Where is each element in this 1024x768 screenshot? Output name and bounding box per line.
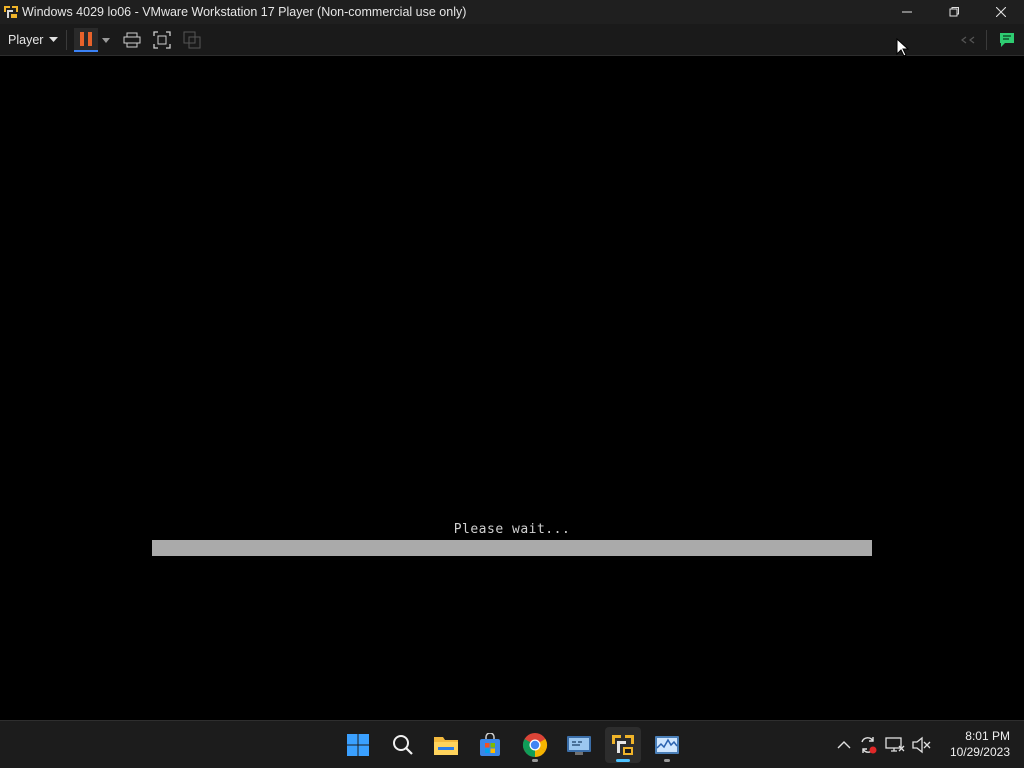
send-ctrl-alt-del-icon[interactable] xyxy=(120,28,144,52)
title-bar: Windows 4029 lo06 - VMware Workstation 1… xyxy=(0,0,1024,24)
minimize-icon[interactable] xyxy=(883,0,930,24)
toolbar-divider xyxy=(986,30,987,50)
start-icon[interactable] xyxy=(340,727,376,763)
boot-progress-bar xyxy=(152,540,872,556)
pause-icon[interactable] xyxy=(74,28,98,52)
dropdown-arrow-icon[interactable] xyxy=(98,28,114,52)
chrome-icon[interactable] xyxy=(517,727,553,763)
player-toolbar: Player xyxy=(0,24,1024,56)
taskbar-clock[interactable]: 8:01 PM 10/29/2023 xyxy=(950,728,1010,760)
player-menu-label: Player xyxy=(8,33,44,47)
volume-muted-icon[interactable] xyxy=(911,735,931,755)
show-hidden-icons-chevron[interactable] xyxy=(834,735,854,755)
full-screen-icon[interactable] xyxy=(150,28,174,52)
boot-progress-fill xyxy=(152,540,872,556)
remote-desktop-icon[interactable] xyxy=(561,727,597,763)
unity-icon[interactable] xyxy=(180,28,204,52)
message-log-icon[interactable] xyxy=(995,28,1019,52)
close-icon[interactable] xyxy=(977,0,1024,24)
microsoft-store-icon[interactable] xyxy=(472,727,508,763)
mouse-cursor-icon xyxy=(896,37,910,58)
network-icon[interactable] xyxy=(885,735,905,755)
player-menu-button[interactable]: Player xyxy=(4,29,62,51)
running-indicator xyxy=(532,759,538,762)
chevron-down-icon xyxy=(49,37,59,42)
taskbar: 8:01 PM 10/29/2023 xyxy=(0,720,1024,768)
file-explorer-icon[interactable] xyxy=(428,727,464,763)
boot-status-text: Please wait... xyxy=(453,522,571,537)
clock-time: 8:01 PM xyxy=(965,729,1010,743)
running-indicator xyxy=(664,759,670,762)
window-title: Windows 4029 lo06 - VMware Workstation 1… xyxy=(22,5,467,19)
vm-display[interactable]: Please wait... xyxy=(0,57,1024,720)
restore-icon[interactable] xyxy=(930,0,977,24)
resource-monitor-icon[interactable] xyxy=(649,727,685,763)
sync-icon[interactable] xyxy=(858,735,878,755)
vmware-player-icon[interactable] xyxy=(605,727,641,763)
window-controls xyxy=(883,0,1024,24)
search-icon[interactable] xyxy=(385,727,421,763)
active-app-indicator xyxy=(616,759,630,762)
library-collapse-icon[interactable] xyxy=(956,28,980,52)
vmware-logo-icon xyxy=(3,4,19,20)
clock-date: 10/29/2023 xyxy=(949,745,1010,759)
toolbar-divider xyxy=(66,30,67,50)
